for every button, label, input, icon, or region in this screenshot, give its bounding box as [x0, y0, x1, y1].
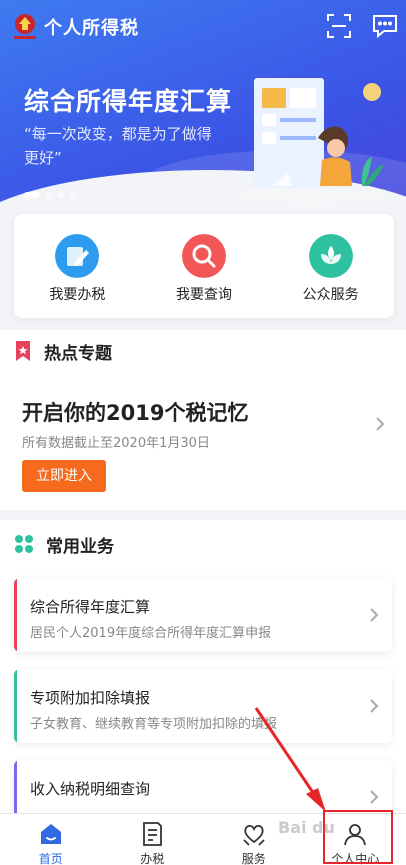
- tab-label: 首页: [38, 852, 63, 865]
- enter-button[interactable]: 立即进入: [22, 460, 106, 492]
- tab-home[interactable]: 首页: [0, 814, 102, 865]
- banner-illustration: [234, 78, 390, 206]
- service-card-accent: [14, 578, 17, 652]
- service-title: 收入纳税明细查询: [30, 780, 151, 798]
- highlight-box: [323, 810, 393, 864]
- quick-action-public-service[interactable]: 公众服务: [267, 214, 394, 318]
- home-icon: [40, 824, 61, 844]
- service-card-special-deduction[interactable]: 专项附加扣除填报 子女教育、继续教育等专项附加扣除的填报: [14, 669, 392, 743]
- service-card-accent: [14, 669, 17, 743]
- tab-label: 办税: [140, 852, 165, 865]
- hot-topic-headline[interactable]: 开启你的2019个税记忆: [22, 397, 248, 427]
- chevron-right-icon: [370, 699, 379, 713]
- tax-emblem-icon: [14, 14, 36, 39]
- quick-action-tax[interactable]: 我要办税: [14, 214, 141, 318]
- quick-action-query[interactable]: 我要查询: [141, 214, 268, 318]
- banner-quote: “每一次改变，都是为了做得更好”: [24, 125, 212, 167]
- service-title: 专项附加扣除填报: [30, 689, 151, 707]
- service-desc: 子女教育、继续教育等专项附加扣除的填报: [30, 717, 278, 732]
- carousel-dot[interactable]: [58, 192, 64, 198]
- grid-icon: [15, 535, 33, 553]
- services-header: 常用业务: [14, 532, 114, 557]
- service-card-annual-settlement[interactable]: 综合所得年度汇算 居民个人2019年度综合所得年度汇算申报: [14, 578, 392, 652]
- carousel-dot[interactable]: [24, 192, 40, 198]
- hot-topics-header: 热点专题: [14, 339, 112, 364]
- quick-action-label: 我要查询: [176, 287, 232, 303]
- service-desc: 居民个人2019年度综合所得年度汇算申报: [30, 626, 272, 641]
- quick-action-label: 我要办税: [49, 287, 106, 303]
- section-title: 热点专题: [44, 343, 112, 364]
- search-icon: [182, 234, 226, 278]
- quick-actions-card: 我要办税 我要查询 公众服务: [14, 214, 394, 318]
- tab-label: 服务: [241, 852, 266, 865]
- carousel-dot[interactable]: [70, 192, 76, 198]
- scan-icon[interactable]: [326, 13, 352, 39]
- section-title: 常用业务: [46, 536, 114, 557]
- message-icon[interactable]: [372, 13, 398, 39]
- chevron-right-icon[interactable]: [374, 416, 386, 432]
- heart-hands-icon: [243, 824, 265, 846]
- document-icon: [143, 822, 163, 846]
- hot-topic-subtitle: 所有数据截止至2020年1月30日: [22, 436, 210, 451]
- flower-icon: [308, 234, 353, 278]
- top-bar: 个人所得税: [0, 0, 406, 52]
- chevron-right-icon: [370, 608, 379, 622]
- app-title: 个人所得税: [44, 18, 139, 39]
- banner-title: 综合所得年度汇算: [24, 87, 233, 116]
- pencil-icon: [55, 234, 100, 278]
- bookmark-icon: [16, 341, 30, 361]
- carousel-dots[interactable]: [24, 192, 76, 198]
- quick-action-label: 公众服务: [302, 287, 359, 303]
- chevron-right-icon: [370, 790, 379, 804]
- tab-tax[interactable]: 办税: [102, 814, 204, 865]
- service-title: 综合所得年度汇算: [30, 598, 151, 616]
- carousel-dot[interactable]: [46, 192, 52, 198]
